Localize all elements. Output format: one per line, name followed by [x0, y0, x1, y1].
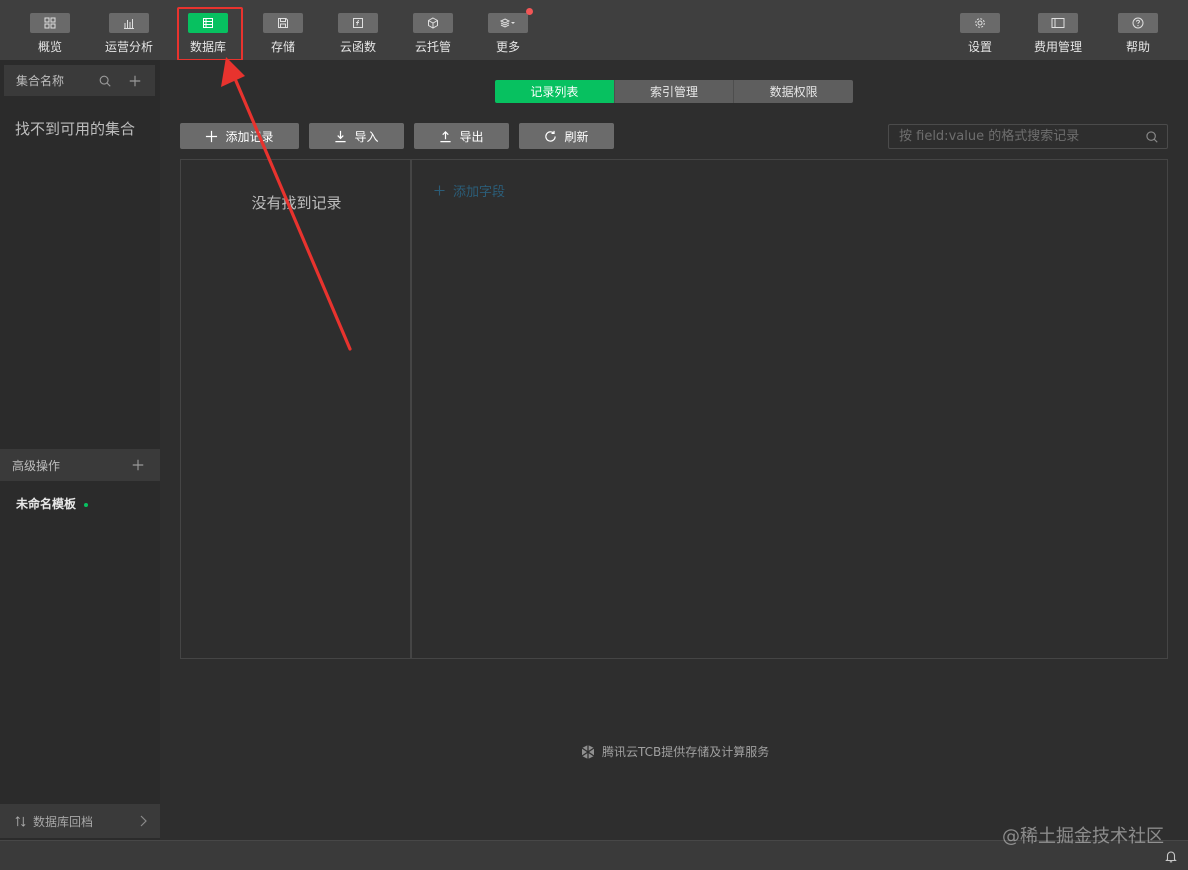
toolbar-item-cloud-function[interactable]: 云函数	[338, 0, 378, 60]
collection-header: 集合名称	[4, 65, 155, 96]
rollback-label: 数据库回档	[33, 814, 94, 829]
import-label: 导入	[354, 129, 379, 144]
watermark: @稀土掘金技术社区	[1002, 826, 1164, 847]
toolbar-item-overview[interactable]: 概览	[30, 0, 70, 60]
toolbar-item-cloud-hosting[interactable]: 云托管	[413, 0, 453, 60]
refresh-label: 刷新	[564, 129, 589, 144]
empty-records-text: 没有找到记录	[251, 194, 342, 212]
plus-icon	[206, 130, 218, 142]
footer-note: 腾讯云TCB提供存储及计算服务	[580, 743, 769, 760]
save-icon	[263, 13, 303, 33]
bar-chart-icon	[109, 13, 149, 33]
toolbar-item-settings[interactable]: 设置	[960, 0, 1000, 60]
search-icon[interactable]	[1145, 130, 1159, 144]
sidebar: 集合名称 找不到可用的集合 高级操作 未命名模板 数据库回档	[0, 60, 160, 840]
record-list-panel: 没有找到记录	[181, 160, 412, 658]
layers-icon	[488, 8, 533, 33]
bell-icon[interactable]	[1164, 849, 1178, 863]
grid-icon	[30, 13, 70, 33]
status-dot	[84, 503, 89, 507]
main-panel: 记录列表 索引管理 数据权限 添加记录 导入 导出 刷新 没有找到记录 添加字段…	[160, 60, 1188, 840]
record-search-box	[888, 124, 1168, 149]
billing-icon	[1038, 13, 1078, 33]
annotation-highlight-box	[177, 7, 243, 61]
collection-header-title: 集合名称	[16, 74, 65, 88]
add-template-icon[interactable]	[130, 457, 146, 473]
toolbar-label: 概览	[37, 40, 62, 54]
toolbar-item-more[interactable]: 更多	[488, 0, 533, 60]
template-name: 未命名模板	[16, 497, 77, 511]
toolbar-label: 运营分析	[105, 40, 154, 54]
toolbar-item-help[interactable]: 帮助	[1118, 0, 1158, 60]
advanced-operations-header: 高级操作	[0, 449, 160, 481]
tab-index-management[interactable]: 索引管理	[614, 80, 735, 103]
search-icon[interactable]	[97, 73, 113, 89]
advanced-header-title: 高级操作	[12, 458, 61, 473]
add-record-button[interactable]: 添加记录	[180, 123, 299, 149]
view-tabs: 记录列表 索引管理 数据权限	[495, 80, 853, 103]
add-field-label: 添加字段	[453, 185, 506, 200]
export-label: 导出	[459, 129, 484, 144]
add-record-label: 添加记录	[225, 129, 274, 144]
template-item-unnamed[interactable]: 未命名模板	[16, 495, 89, 512]
help-icon	[1118, 13, 1158, 33]
empty-collections-text: 找不到可用的集合	[15, 120, 136, 138]
notification-dot	[526, 8, 533, 15]
tab-data-permissions[interactable]: 数据权限	[734, 80, 853, 103]
chevron-right-icon	[140, 815, 147, 827]
plus-icon	[434, 185, 445, 196]
refresh-icon	[545, 130, 557, 142]
toolbar-item-analytics[interactable]: 运营分析	[105, 0, 153, 60]
gear-icon	[960, 13, 1000, 33]
toolbar-label: 帮助	[1125, 40, 1150, 54]
toolbar-label: 更多	[495, 40, 520, 54]
tab-record-list[interactable]: 记录列表	[495, 80, 615, 103]
toolbar-item-storage[interactable]: 存储	[263, 0, 303, 60]
top-toolbar: 概览 运营分析 数据库 存储 云函数 云托管 更多 设置 费用管理 帮助	[0, 0, 1188, 61]
tencent-cloud-logo-icon	[581, 744, 595, 759]
record-search-input[interactable]	[889, 125, 1145, 148]
import-button[interactable]: 导入	[309, 123, 404, 149]
box-icon	[413, 13, 453, 33]
refresh-button[interactable]: 刷新	[519, 123, 614, 149]
database-rollback-button[interactable]: 数据库回档	[0, 804, 160, 838]
toolbar-label: 云函数	[339, 40, 376, 54]
toolbar-label: 存储	[270, 40, 295, 54]
footer-note-text: 腾讯云TCB提供存储及计算服务	[602, 745, 770, 759]
records-table: 没有找到记录 添加字段	[180, 159, 1168, 659]
export-button[interactable]: 导出	[414, 123, 509, 149]
toolbar-label: 设置	[967, 40, 992, 54]
toolbar-label: 云托管	[414, 40, 451, 54]
add-field-button[interactable]: 添加字段	[434, 181, 505, 200]
toolbar-item-billing[interactable]: 费用管理	[1034, 0, 1082, 60]
function-icon	[338, 13, 378, 33]
toolbar-label: 费用管理	[1034, 40, 1083, 54]
sort-icon	[15, 815, 26, 827]
download-icon	[335, 130, 347, 142]
upload-icon	[440, 130, 452, 142]
add-collection-icon[interactable]	[127, 73, 143, 89]
